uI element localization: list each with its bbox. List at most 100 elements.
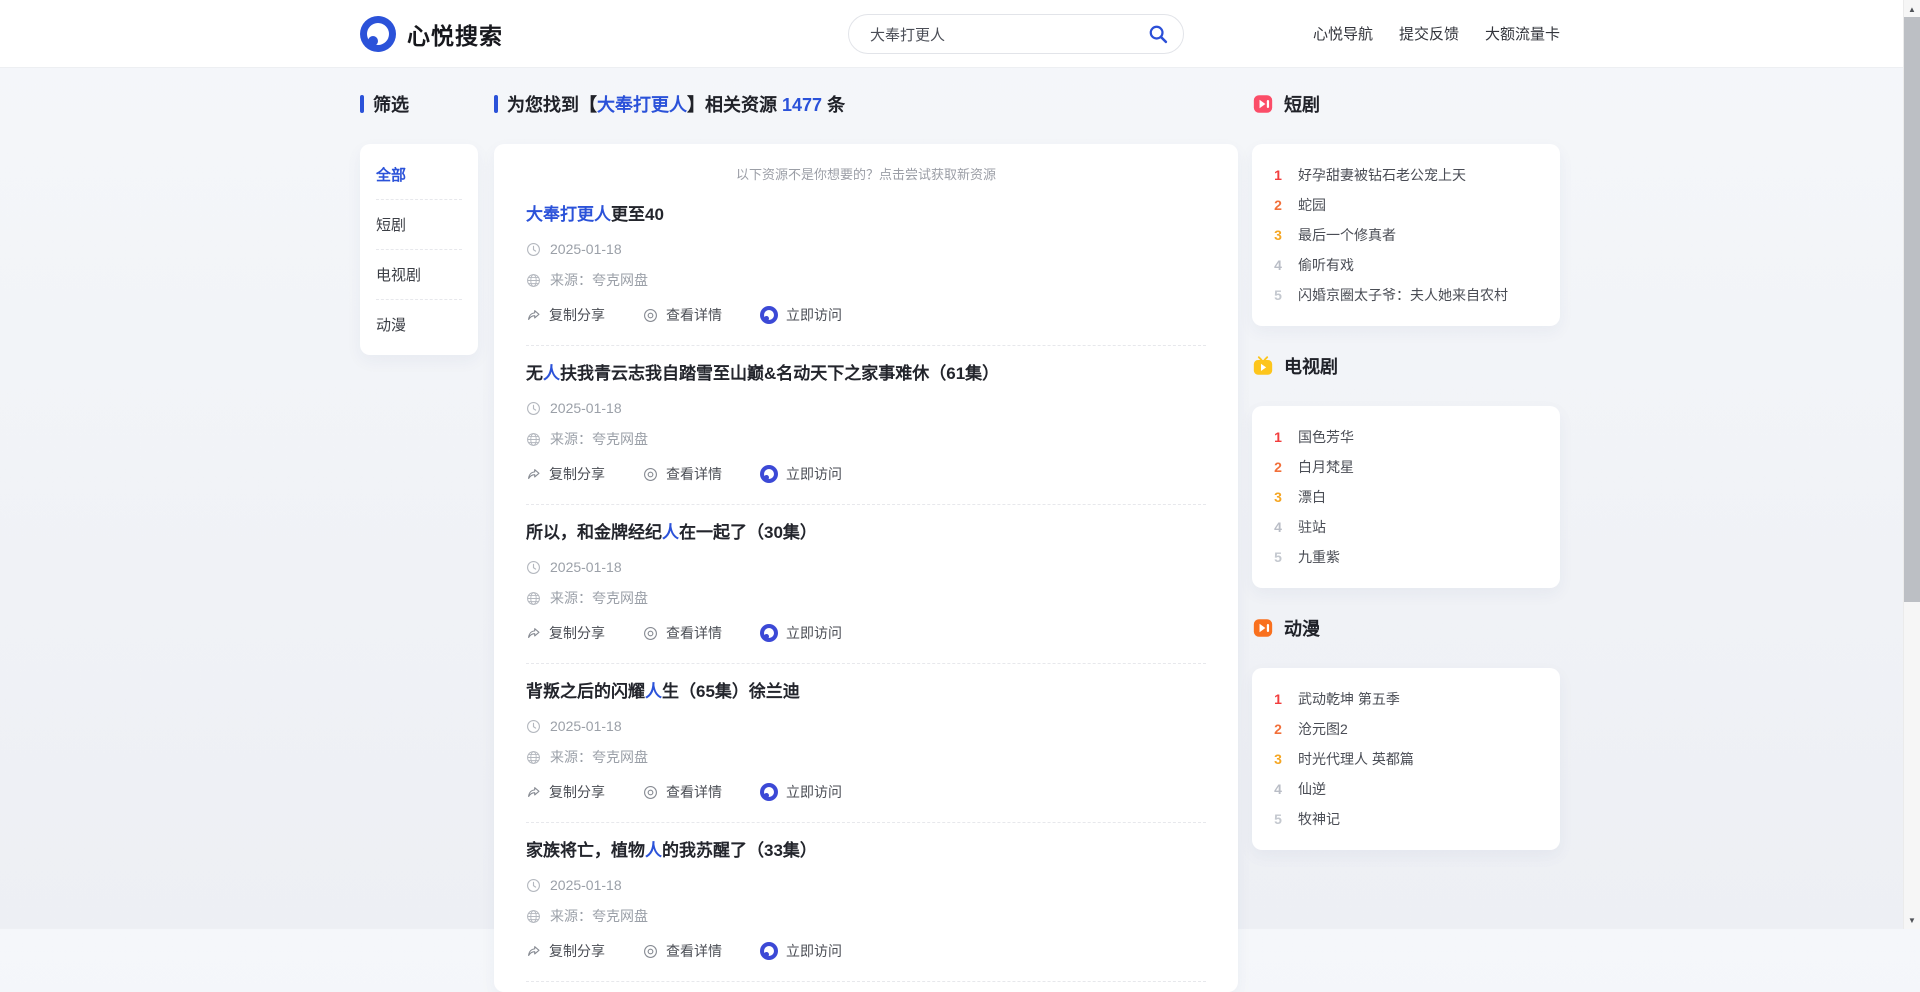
result-title[interactable]: 所以，和金牌经纪人在一起了（30集）	[526, 521, 1206, 545]
logo-notch-shape	[368, 36, 378, 46]
rank-item-label: 牧神记	[1298, 809, 1340, 829]
top-header: 心悦搜索 心悦导航 提交反馈 大额流量卡	[0, 0, 1920, 68]
result-date: 2025-01-18	[550, 559, 622, 575]
view-detail-button[interactable]: 查看详情	[643, 623, 722, 643]
view-detail-button[interactable]: 查看详情	[643, 464, 722, 484]
brand-logo-icon	[360, 16, 396, 52]
scrollbar[interactable]: ▲ ▼	[1903, 0, 1920, 929]
rank-item[interactable]: 1武动乾坤 第五季	[1270, 684, 1542, 714]
copy-share-button[interactable]: 复制分享	[526, 941, 605, 961]
rank-column: 短剧 1好孕甜妻被钻石老公宠上天2蛇园3最后一个修真者4偷听有戏5闪婚京圈太子爷…	[1252, 92, 1560, 850]
rank-item[interactable]: 3时光代理人 英都篇	[1270, 744, 1542, 774]
copy-share-button[interactable]: 复制分享	[526, 782, 605, 802]
copy-share-label: 复制分享	[549, 782, 605, 802]
rank-item[interactable]: 5闪婚京圈太子爷：夫人她来自农村	[1270, 280, 1542, 310]
view-detail-label: 查看详情	[666, 941, 722, 961]
rank-item[interactable]: 2蛇园	[1270, 190, 1542, 220]
result-date-row: 2025-01-18	[526, 718, 1206, 734]
search-button[interactable]	[1145, 21, 1171, 47]
filter-item[interactable]: 电视剧	[376, 250, 462, 300]
scrollbar-down-arrow[interactable]: ▼	[1904, 912, 1920, 928]
copy-share-button[interactable]: 复制分享	[526, 305, 605, 325]
brand-logo[interactable]: 心悦搜索	[360, 0, 503, 67]
rank-number: 1	[1270, 691, 1286, 707]
rank-list: 1好孕甜妻被钻石老公宠上天2蛇园3最后一个修真者4偷听有戏5闪婚京圈太子爷：夫人…	[1270, 160, 1542, 310]
result-date: 2025-01-18	[550, 718, 622, 734]
quark-circle-icon	[760, 465, 778, 483]
brand-name: 心悦搜索	[407, 17, 503, 51]
rank-item[interactable]: 1国色芳华	[1270, 422, 1542, 452]
visit-button[interactable]: 立即访问	[760, 941, 842, 961]
clock-icon	[526, 560, 541, 575]
result-title-text: 在一起了（30集）	[679, 523, 817, 542]
result-title-highlight: 人	[543, 364, 560, 383]
rank-list: 1武动乾坤 第五季 2 沧元图2 3时光代理人 英都篇4仙逆5牧神记	[1270, 684, 1542, 834]
result-title-text: 生（65集）徐兰迪	[662, 682, 800, 701]
rank-number: 2	[1270, 721, 1286, 737]
rank-item[interactable]: 4驻站	[1270, 512, 1542, 542]
rank-item[interactable]: 4偷听有戏	[1270, 250, 1542, 280]
visit-button[interactable]: 立即访问	[760, 782, 842, 802]
visit-button[interactable]: 立即访问	[760, 623, 842, 643]
visit-button[interactable]: 立即访问	[760, 464, 842, 484]
view-detail-button[interactable]: 查看详情	[643, 782, 722, 802]
copy-share-label: 复制分享	[549, 623, 605, 643]
rank-item-label: 漂白	[1298, 487, 1326, 507]
result-item: 大奉打更人更至40 2025-01-18 来源：夸克网盘 复制分享	[526, 187, 1206, 346]
view-detail-label: 查看详情	[666, 623, 722, 643]
result-item: 无人扶我青云志我自踏雪至山巅&名动天下之家事难休（61集） 2025-01-18…	[526, 346, 1206, 505]
copy-share-button[interactable]: 复制分享	[526, 464, 605, 484]
quark-circle-icon	[760, 306, 778, 324]
accent-bar	[494, 95, 498, 113]
result-title[interactable]: 家族将亡，植物人的我苏醒了（33集）	[526, 839, 1206, 863]
result-item: 所以，和金牌经纪人在一起了（30集） 2025-01-18 来源：夸克网盘 复制…	[526, 505, 1206, 664]
filter-item[interactable]: 全部	[376, 150, 462, 200]
search-input[interactable]	[868, 25, 1145, 44]
view-detail-button[interactable]: 查看详情	[643, 941, 722, 961]
rank-item[interactable]: 3最后一个修真者	[1270, 220, 1542, 250]
rank-item-label: 白月梵星	[1298, 457, 1354, 477]
result-title[interactable]: 无人扶我青云志我自踏雪至山巅&名动天下之家事难休（61集）	[526, 362, 1206, 386]
result-title-highlight: 人	[645, 682, 662, 701]
nav-link-data-plan[interactable]: 大额流量卡	[1485, 23, 1560, 44]
result-list: 大奉打更人更至40 2025-01-18 来源：夸克网盘 复制分享	[526, 187, 1206, 982]
visit-label: 立即访问	[786, 464, 842, 484]
results-count: 1477	[782, 95, 822, 115]
rank-number: 5	[1270, 287, 1286, 303]
visit-label: 立即访问	[786, 623, 842, 643]
result-source-row: 来源：夸克网盘	[526, 270, 1206, 290]
quark-circle-icon	[760, 783, 778, 801]
visit-button[interactable]: 立即访问	[760, 305, 842, 325]
accent-bar	[360, 95, 364, 113]
scrollbar-up-arrow[interactable]: ▲	[1904, 1, 1920, 17]
result-title-text: 更至40	[611, 205, 664, 224]
rank-item[interactable]: 3漂白	[1270, 482, 1542, 512]
refresh-notice[interactable]: 以下资源不是你想要的？点击尝试获取新资源	[526, 164, 1206, 183]
result-title-text: 家族将亡，植物	[526, 841, 645, 860]
scrollbar-thumb[interactable]	[1904, 17, 1920, 602]
filter-item[interactable]: 短剧	[376, 200, 462, 250]
rank-item[interactable]: 1好孕甜妻被钻石老公宠上天	[1270, 160, 1542, 190]
eye-icon	[643, 467, 658, 482]
result-source-row: 来源：夸克网盘	[526, 747, 1206, 767]
view-detail-button[interactable]: 查看详情	[643, 305, 722, 325]
nav-link-feedback[interactable]: 提交反馈	[1399, 23, 1459, 44]
rank-item[interactable]: 5牧神记	[1270, 804, 1542, 834]
rank-item[interactable]: 5九重紫	[1270, 542, 1542, 572]
rank-item[interactable]: 2白月梵星	[1270, 452, 1542, 482]
rank-item-label: 偷听有戏	[1298, 255, 1354, 275]
rank-header: 动漫	[1252, 616, 1560, 640]
rank-item[interactable]: 2 沧元图2	[1270, 714, 1542, 744]
result-title[interactable]: 背叛之后的闪耀人生（65集）徐兰迪	[526, 680, 1206, 704]
result-title[interactable]: 大奉打更人更至40	[526, 203, 1206, 227]
clock-icon	[526, 242, 541, 257]
nav-link-navigation[interactable]: 心悦导航	[1313, 23, 1373, 44]
rank-item-label: 沧元图2	[1298, 719, 1348, 739]
result-date-row: 2025-01-18	[526, 400, 1206, 416]
rank-title: 动漫	[1284, 615, 1320, 641]
quark-circle-notch	[764, 316, 769, 321]
rank-item[interactable]: 4仙逆	[1270, 774, 1542, 804]
top-nav: 心悦导航 提交反馈 大额流量卡	[1313, 0, 1560, 67]
copy-share-button[interactable]: 复制分享	[526, 623, 605, 643]
filter-item[interactable]: 动漫	[376, 300, 462, 349]
